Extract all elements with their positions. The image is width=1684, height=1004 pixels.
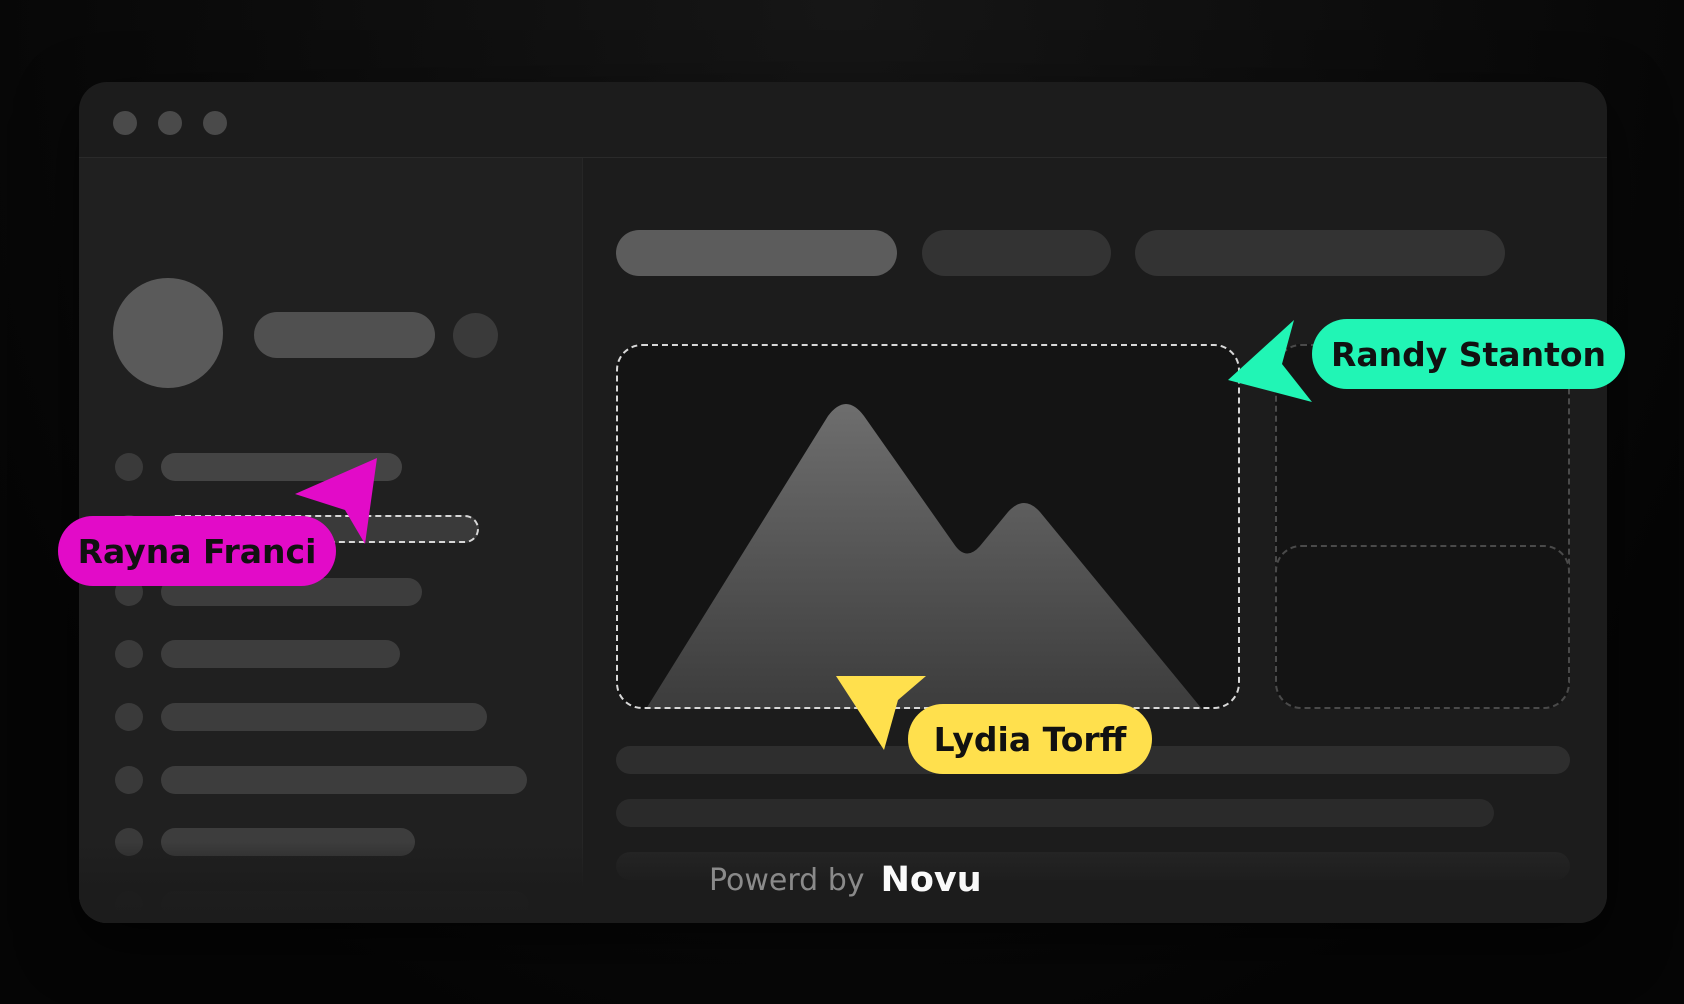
tab[interactable] [1135, 230, 1505, 276]
brand-name[interactable]: Novu [881, 860, 982, 900]
cursor-label-lydia: Lydia Torff [908, 704, 1152, 774]
content-line [616, 799, 1494, 827]
user-status-icon[interactable] [453, 313, 498, 358]
cursor-randy-pointer-icon [1228, 320, 1312, 402]
sidebar-item[interactable] [161, 766, 527, 794]
powered-by-label: Powerd by [709, 862, 865, 898]
window-minimize-dot-icon[interactable] [158, 111, 182, 135]
cursor-label-randy: Randy Stanton [1312, 319, 1625, 389]
user-name-placeholder [254, 312, 435, 358]
tab[interactable] [922, 230, 1111, 276]
nav-bullet-icon [115, 453, 143, 481]
footer: Powerd by Novu [709, 857, 982, 903]
sidebar-item[interactable] [161, 703, 487, 731]
selection-outline [616, 344, 1240, 709]
avatar[interactable] [113, 278, 223, 388]
nav-bullet-icon [115, 766, 143, 794]
title-bar [79, 82, 1607, 158]
cursor-label-rayna: Rayna Franci [58, 516, 336, 586]
nav-bullet-icon [115, 703, 143, 731]
window-close-dot-icon[interactable] [113, 111, 137, 135]
sidebar-item[interactable] [161, 640, 400, 668]
thumbnail-card[interactable] [1275, 545, 1570, 709]
tab-active[interactable] [616, 230, 897, 276]
nav-bullet-icon [115, 640, 143, 668]
window-maximize-dot-icon[interactable] [203, 111, 227, 135]
